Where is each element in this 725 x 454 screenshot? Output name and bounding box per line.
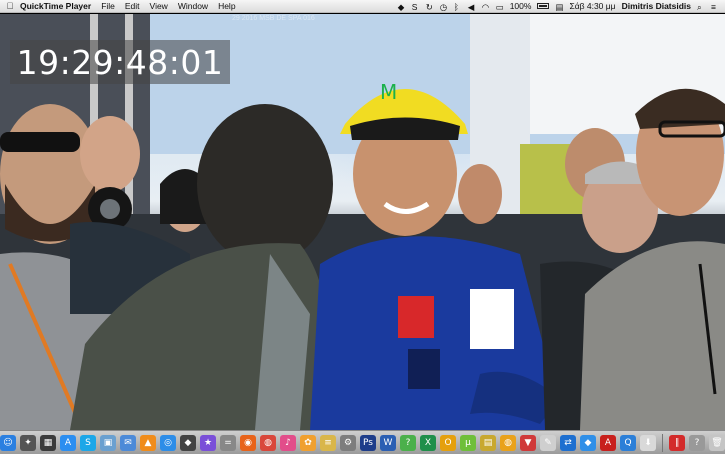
wifi-icon[interactable]: ◠ <box>482 2 490 12</box>
calculator-icon[interactable]: = <box>220 434 236 451</box>
preview-icon[interactable]: ▣ <box>100 434 116 451</box>
sponsor-patch-green <box>408 349 440 389</box>
app-name-menu[interactable]: QuickTime Player <box>20 1 91 11</box>
popcorn-time-icon[interactable]: ▼ <box>520 434 536 451</box>
menu-file[interactable]: File <box>101 1 115 11</box>
battery-percent[interactable]: 100% <box>510 1 532 11</box>
menu-edit[interactable]: Edit <box>125 1 140 11</box>
plex-icon[interactable]: O <box>440 434 456 451</box>
camera-lens-inner <box>100 199 120 219</box>
chrome-icon[interactable]: ◍ <box>260 434 276 451</box>
photos-icon[interactable]: ✿ <box>300 434 316 451</box>
itunes-icon[interactable]: ♪ <box>280 434 296 451</box>
finder-icon[interactable]: ☺ <box>0 434 16 451</box>
imovie-icon[interactable]: ★ <box>200 434 216 451</box>
menu-clock[interactable]: Σάβ 4:30 μμ <box>569 1 615 11</box>
maps-icon[interactable]: ? <box>400 434 416 451</box>
user-name-menu[interactable]: Dimitris Diatsidis <box>622 1 691 11</box>
sunglasses <box>0 132 80 152</box>
language-icon[interactable]: ▤ <box>555 2 563 12</box>
person-bg-face <box>458 164 502 224</box>
quicktime-icon[interactable]: Q <box>620 434 636 451</box>
volume-icon[interactable]: ◀ <box>468 2 476 12</box>
sync-status-icon[interactable]: ↻ <box>426 2 434 12</box>
cap-logo: M <box>380 80 397 104</box>
vlc-icon[interactable]: ▲ <box>140 434 156 451</box>
notification-center-icon[interactable]: ≡ <box>711 2 719 12</box>
safari-icon[interactable]: ◎ <box>160 434 176 451</box>
sponsor-patch-white <box>470 289 514 349</box>
photographer-face <box>80 116 140 192</box>
notes-icon[interactable]: ≡ <box>320 434 336 451</box>
acrobat-icon[interactable]: A <box>600 434 616 451</box>
mail-icon[interactable]: ✉ <box>120 434 136 451</box>
bluetooth-icon[interactable]: ᛒ <box>454 2 462 12</box>
teamviewer-icon[interactable]: ⇄ <box>560 434 576 451</box>
app-store-icon[interactable]: A <box>60 434 76 451</box>
timecode-display: 19:29:48:01 <box>10 40 230 84</box>
steam-icon[interactable]: ◆ <box>180 434 196 451</box>
man-back-head-hair <box>197 104 333 264</box>
excel-icon[interactable]: X <box>420 434 436 451</box>
menu-view[interactable]: View <box>150 1 168 11</box>
dock-separator <box>662 433 663 452</box>
apple-icon[interactable]:  <box>0 1 20 11</box>
skype-icon[interactable]: S <box>80 434 96 451</box>
colorsync-icon[interactable]: ▤ <box>480 434 496 451</box>
video-faint-overlay: 29 2016 MSB DE SPA 016 <box>232 15 315 22</box>
menu-window[interactable]: Window <box>178 1 208 11</box>
spotlight-icon[interactable]: ⌕ <box>697 2 705 12</box>
mission-control-icon[interactable]: ▦ <box>40 434 56 451</box>
dropbox-status-icon[interactable]: ◆ <box>398 2 406 12</box>
word-icon[interactable]: W <box>380 434 396 451</box>
textedit-icon[interactable]: ✎ <box>540 434 556 451</box>
skype-status-icon[interactable]: S <box>412 2 420 12</box>
menu-help[interactable]: Help <box>218 1 235 11</box>
system-preferences-icon[interactable]: ⚙ <box>340 434 356 451</box>
mirroring-icon[interactable]: ▭ <box>496 2 504 12</box>
chrome-canary-icon[interactable]: ◍ <box>500 434 516 451</box>
dock: ☺ ✦ ▦ A S ▣ ✉ ▲ ◎ ◆ ★ = ◉ ◍ ♪ ✿ ≡ ⚙ Ps W? X Oμ ▤ ◍ ▼ ✎ ⇄ ◆ A Q ⬇ ∥? 🗑 <box>0 430 725 454</box>
video-frame[interactable]: M 29 2016 MSB DE SPA 016 19:29:48:01 <box>0 14 725 430</box>
firefox-icon[interactable]: ◉ <box>240 434 256 451</box>
downloads-stack-icon[interactable]: ⬇ <box>640 434 656 451</box>
time-machine-icon[interactable]: ◷ <box>440 2 448 12</box>
utorrent-icon[interactable]: μ <box>460 434 476 451</box>
sponsor-patch-red <box>398 296 434 338</box>
trash-icon[interactable]: 🗑 <box>709 434 725 451</box>
launchpad-icon[interactable]: ✦ <box>20 434 36 451</box>
parallels-icon[interactable]: ∥ <box>669 434 685 451</box>
dropbox-icon[interactable]: ◆ <box>580 434 596 451</box>
status-area: ◆ S ↻ ◷ ᛒ ◀ ◠ ▭ 100% ▤ Σάβ 4:30 μμ Dimit… <box>398 1 725 12</box>
menu-bar:  QuickTime Player File Edit View Window… <box>0 0 725 13</box>
battery-icon[interactable] <box>537 3 550 9</box>
help-icon[interactable]: ? <box>689 434 705 451</box>
photoshop-icon[interactable]: Ps <box>360 434 376 451</box>
